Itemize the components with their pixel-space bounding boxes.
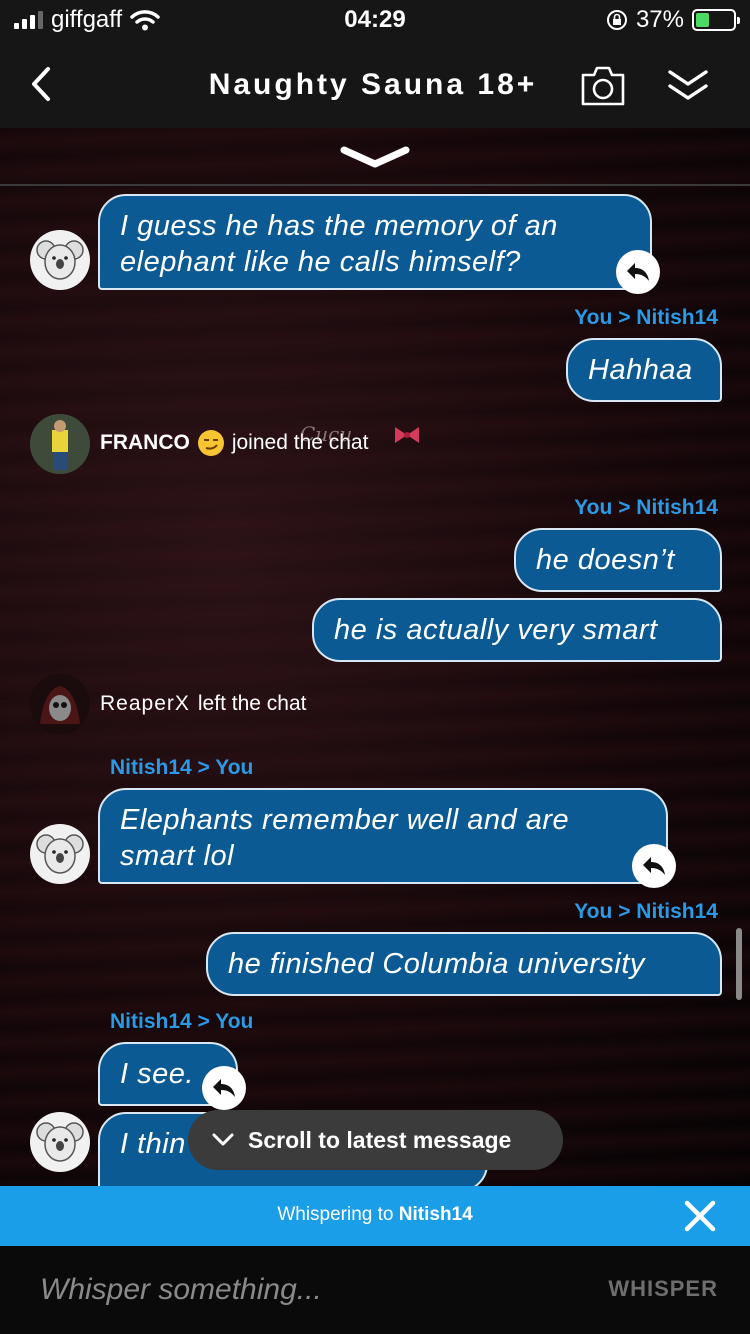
message-bubble[interactable]: Elephants remember well and are smart lo…: [98, 788, 668, 884]
avatar[interactable]: [30, 674, 90, 734]
rotation-lock-icon: [606, 10, 627, 30]
chat-title: Naughty Sauna 18+: [208, 68, 538, 101]
reply-icon: [627, 263, 649, 281]
reply-button[interactable]: [202, 1066, 246, 1110]
status-right: 37%: [606, 6, 740, 34]
nameplate-overlay: Cucu: [300, 422, 353, 446]
whisper-input[interactable]: [40, 1268, 560, 1312]
message-bubble[interactable]: Hahhaa: [566, 338, 722, 402]
system-message: ReaperX left the chat: [100, 692, 306, 716]
status-bar: giffgaff 04:29 37%: [0, 0, 750, 44]
message-text: he finished Columbia university: [228, 948, 645, 980]
whisper-banner-text: Whispering to Nitish14: [277, 1204, 473, 1225]
message-text: he doesn’t: [536, 544, 675, 576]
reply-icon: [643, 857, 665, 875]
message-text: I thin: [120, 1128, 186, 1160]
scroll-to-latest-button[interactable]: Scroll to latest message: [188, 1110, 563, 1170]
divider: [0, 184, 750, 186]
message-text: Hahhaa: [588, 354, 693, 386]
chevron-down-icon[interactable]: [340, 144, 410, 172]
message-text: Elephants remember well and are smart lo…: [120, 804, 570, 872]
message-text: I see.: [120, 1058, 194, 1090]
whisper-banner: Whispering to Nitish14: [0, 1186, 750, 1246]
avatar[interactable]: [30, 1112, 90, 1172]
battery-percent: 37%: [635, 6, 684, 33]
whisper-label: You > Nitish14: [574, 306, 718, 329]
whisper-label: You > Nitish14: [574, 900, 718, 923]
message-text: he is actually very smart: [334, 614, 658, 646]
message-bubble[interactable]: he is actually very smart: [312, 598, 722, 662]
message-bubble[interactable]: I guess he has the memory of an elephant…: [98, 194, 652, 290]
username[interactable]: FRANCO: [100, 431, 190, 455]
bow-icon: [395, 427, 419, 443]
message-text: I guess he has the memory of an elephant…: [120, 210, 558, 278]
whisper-label: Nitish14 > You: [110, 756, 254, 779]
whisper-label: You > Nitish14: [574, 496, 718, 519]
double-chevron-down-icon[interactable]: [666, 62, 710, 108]
chevron-down-icon: [212, 1133, 234, 1146]
smirk-emoji-icon: [197, 430, 224, 456]
username[interactable]: ReaperX: [100, 692, 190, 716]
whisper-label: Nitish14 > You: [110, 1010, 254, 1033]
composer: WHISPER: [0, 1246, 750, 1334]
chat-header: Naughty Sauna 18+: [0, 44, 750, 128]
message-bubble[interactable]: he finished Columbia university: [206, 932, 722, 996]
system-text: left the chat: [197, 692, 307, 715]
scrollbar[interactable]: [736, 928, 742, 1000]
avatar[interactable]: [30, 824, 90, 884]
camera-button[interactable]: [580, 62, 626, 108]
close-icon[interactable]: [682, 1198, 718, 1234]
reply-icon: [213, 1079, 235, 1097]
battery-icon: [692, 9, 740, 31]
avatar[interactable]: [30, 414, 90, 474]
system-message: FRANCO joined the chat Cucu: [100, 422, 419, 456]
reply-button[interactable]: [632, 844, 676, 888]
scroll-pill-label: Scroll to latest message: [248, 1126, 512, 1153]
message-bubble[interactable]: he doesn’t: [514, 528, 722, 592]
reply-button[interactable]: [616, 250, 660, 294]
avatar[interactable]: [30, 230, 90, 290]
chat-feed[interactable]: I guess he has the memory of an elephant…: [0, 128, 750, 1186]
whisper-send-button[interactable]: WHISPER: [608, 1276, 718, 1302]
